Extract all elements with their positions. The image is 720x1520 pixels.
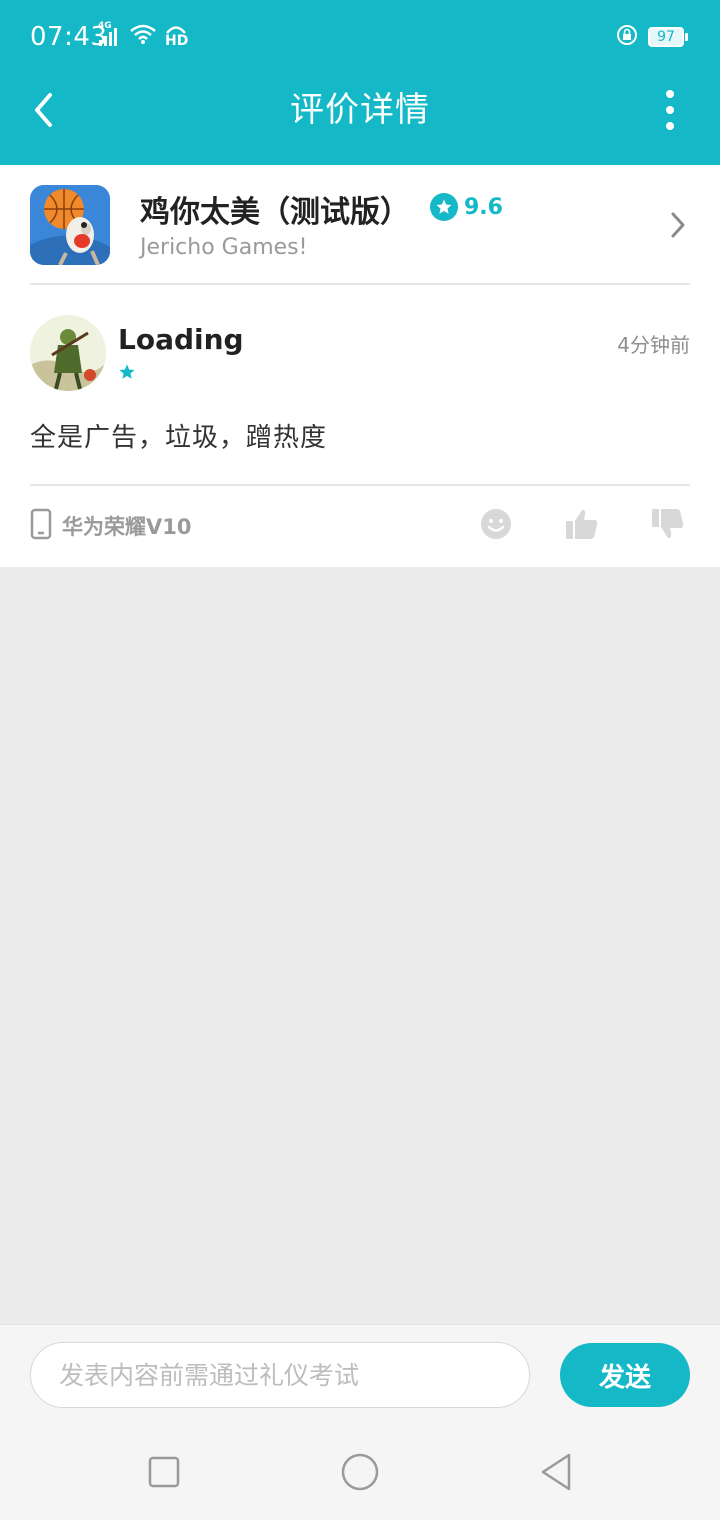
battery-icon: 97 <box>648 27 688 47</box>
system-nav-bar <box>0 1424 720 1520</box>
like-button[interactable] <box>564 506 600 542</box>
comment-bar: 发送 <box>0 1324 720 1424</box>
review-text: 全是广告，垃圾，蹭热度 <box>30 423 328 453</box>
more-options-button[interactable] <box>656 90 684 130</box>
smiley-icon <box>481 509 511 539</box>
divider <box>30 283 690 285</box>
chevron-right-icon <box>670 211 686 243</box>
battery-tip <box>685 33 688 41</box>
rating-value: 9.6 <box>464 194 503 220</box>
thumbs-up-icon <box>566 509 598 539</box>
recent-apps-button[interactable] <box>144 1452 184 1492</box>
emoji-button[interactable] <box>478 506 514 542</box>
thumbs-down-icon <box>652 509 684 539</box>
comment-input[interactable] <box>30 1342 530 1408</box>
status-right: 97 <box>616 24 688 50</box>
star-badge-icon <box>430 193 458 221</box>
game-icon <box>30 185 110 265</box>
avatar[interactable] <box>30 315 106 391</box>
star-icon <box>118 363 136 385</box>
device-label: 华为荣耀V10 <box>62 515 192 539</box>
page-title: 评价详情 <box>290 90 430 130</box>
username[interactable]: Loading <box>118 323 244 356</box>
home-button[interactable] <box>340 1452 380 1492</box>
review-timestamp: 4分钟前 <box>617 333 690 357</box>
dislike-button[interactable] <box>650 506 686 542</box>
app-header: 07:43 4G HD 97 评价详情 <box>0 0 720 165</box>
game-info-row[interactable]: 鸡你太美（测试版） 9.6 Jericho Games! <box>30 185 690 265</box>
developer-name: Jericho Games! <box>140 235 308 260</box>
device-info: 华为荣耀V10 <box>30 508 191 544</box>
hd-call-icon: HD <box>164 24 189 49</box>
back-nav-button[interactable] <box>536 1452 576 1492</box>
send-button[interactable]: 发送 <box>560 1343 690 1407</box>
review-card: 鸡你太美（测试版） 9.6 Jericho Games! Loading 4分钟… <box>0 165 720 567</box>
status-bar: 07:43 4G HD 97 <box>0 0 720 72</box>
wifi-icon <box>130 24 156 48</box>
square-icon <box>148 1456 180 1488</box>
divider <box>30 484 690 486</box>
circle-icon <box>341 1453 379 1491</box>
dot <box>666 90 674 98</box>
nav-bar: 评价详情 <box>0 72 720 165</box>
triangle-back-icon <box>541 1453 571 1491</box>
cellular-signal-icon: 4G <box>98 21 122 47</box>
status-time: 07:43 <box>30 22 108 52</box>
rotation-lock-icon <box>616 24 638 50</box>
game-rating: 9.6 <box>430 193 503 221</box>
hd-label: HD <box>165 33 189 49</box>
game-name: 鸡你太美（测试版） <box>140 195 410 230</box>
phone-icon <box>30 508 52 544</box>
battery-level: 97 <box>648 27 684 47</box>
dot <box>666 106 674 114</box>
dot <box>666 122 674 130</box>
status-icons: 4G HD <box>98 21 189 49</box>
